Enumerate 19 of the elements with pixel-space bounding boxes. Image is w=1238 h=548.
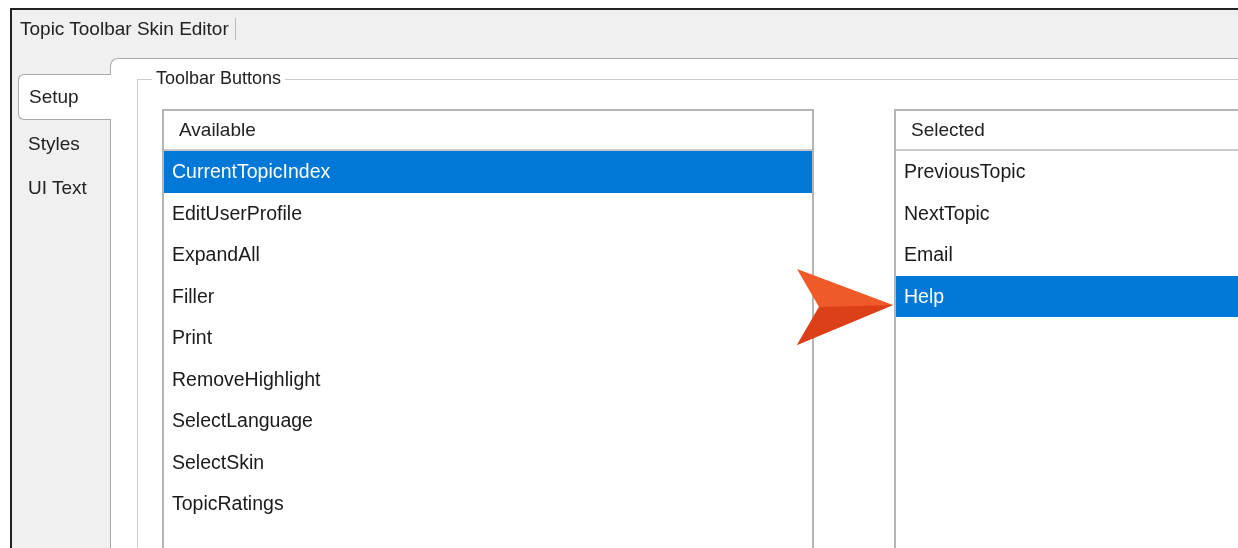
window-title: Topic Toolbar Skin Editor [20,18,229,40]
list-item[interactable]: CurrentTopicIndex [164,151,812,193]
list-item[interactable]: PreviousTopic [896,151,1238,193]
tab[interactable]: UI Text [18,168,110,208]
list-item[interactable]: SelectLanguage [164,400,812,442]
tab[interactable]: Setup [18,74,111,120]
list-item[interactable]: Email [896,234,1238,276]
tab[interactable]: Styles [18,124,110,164]
list-item[interactable]: NextTopic [896,192,1238,234]
list-item[interactable]: EditUserProfile [164,192,812,234]
arrow-icon [797,269,893,345]
list-item[interactable]: ExpandAll [164,234,812,276]
list-item[interactable]: RemoveHighlight [164,358,812,400]
list-item[interactable]: TopicRatings [164,483,812,525]
list-item[interactable]: Filler [164,275,812,317]
column-header[interactable]: Selected [896,111,1238,151]
list-item[interactable]: Print [164,317,812,359]
list-item[interactable]: SelectSkin [164,441,812,483]
list-item[interactable]: Help [896,275,1238,317]
